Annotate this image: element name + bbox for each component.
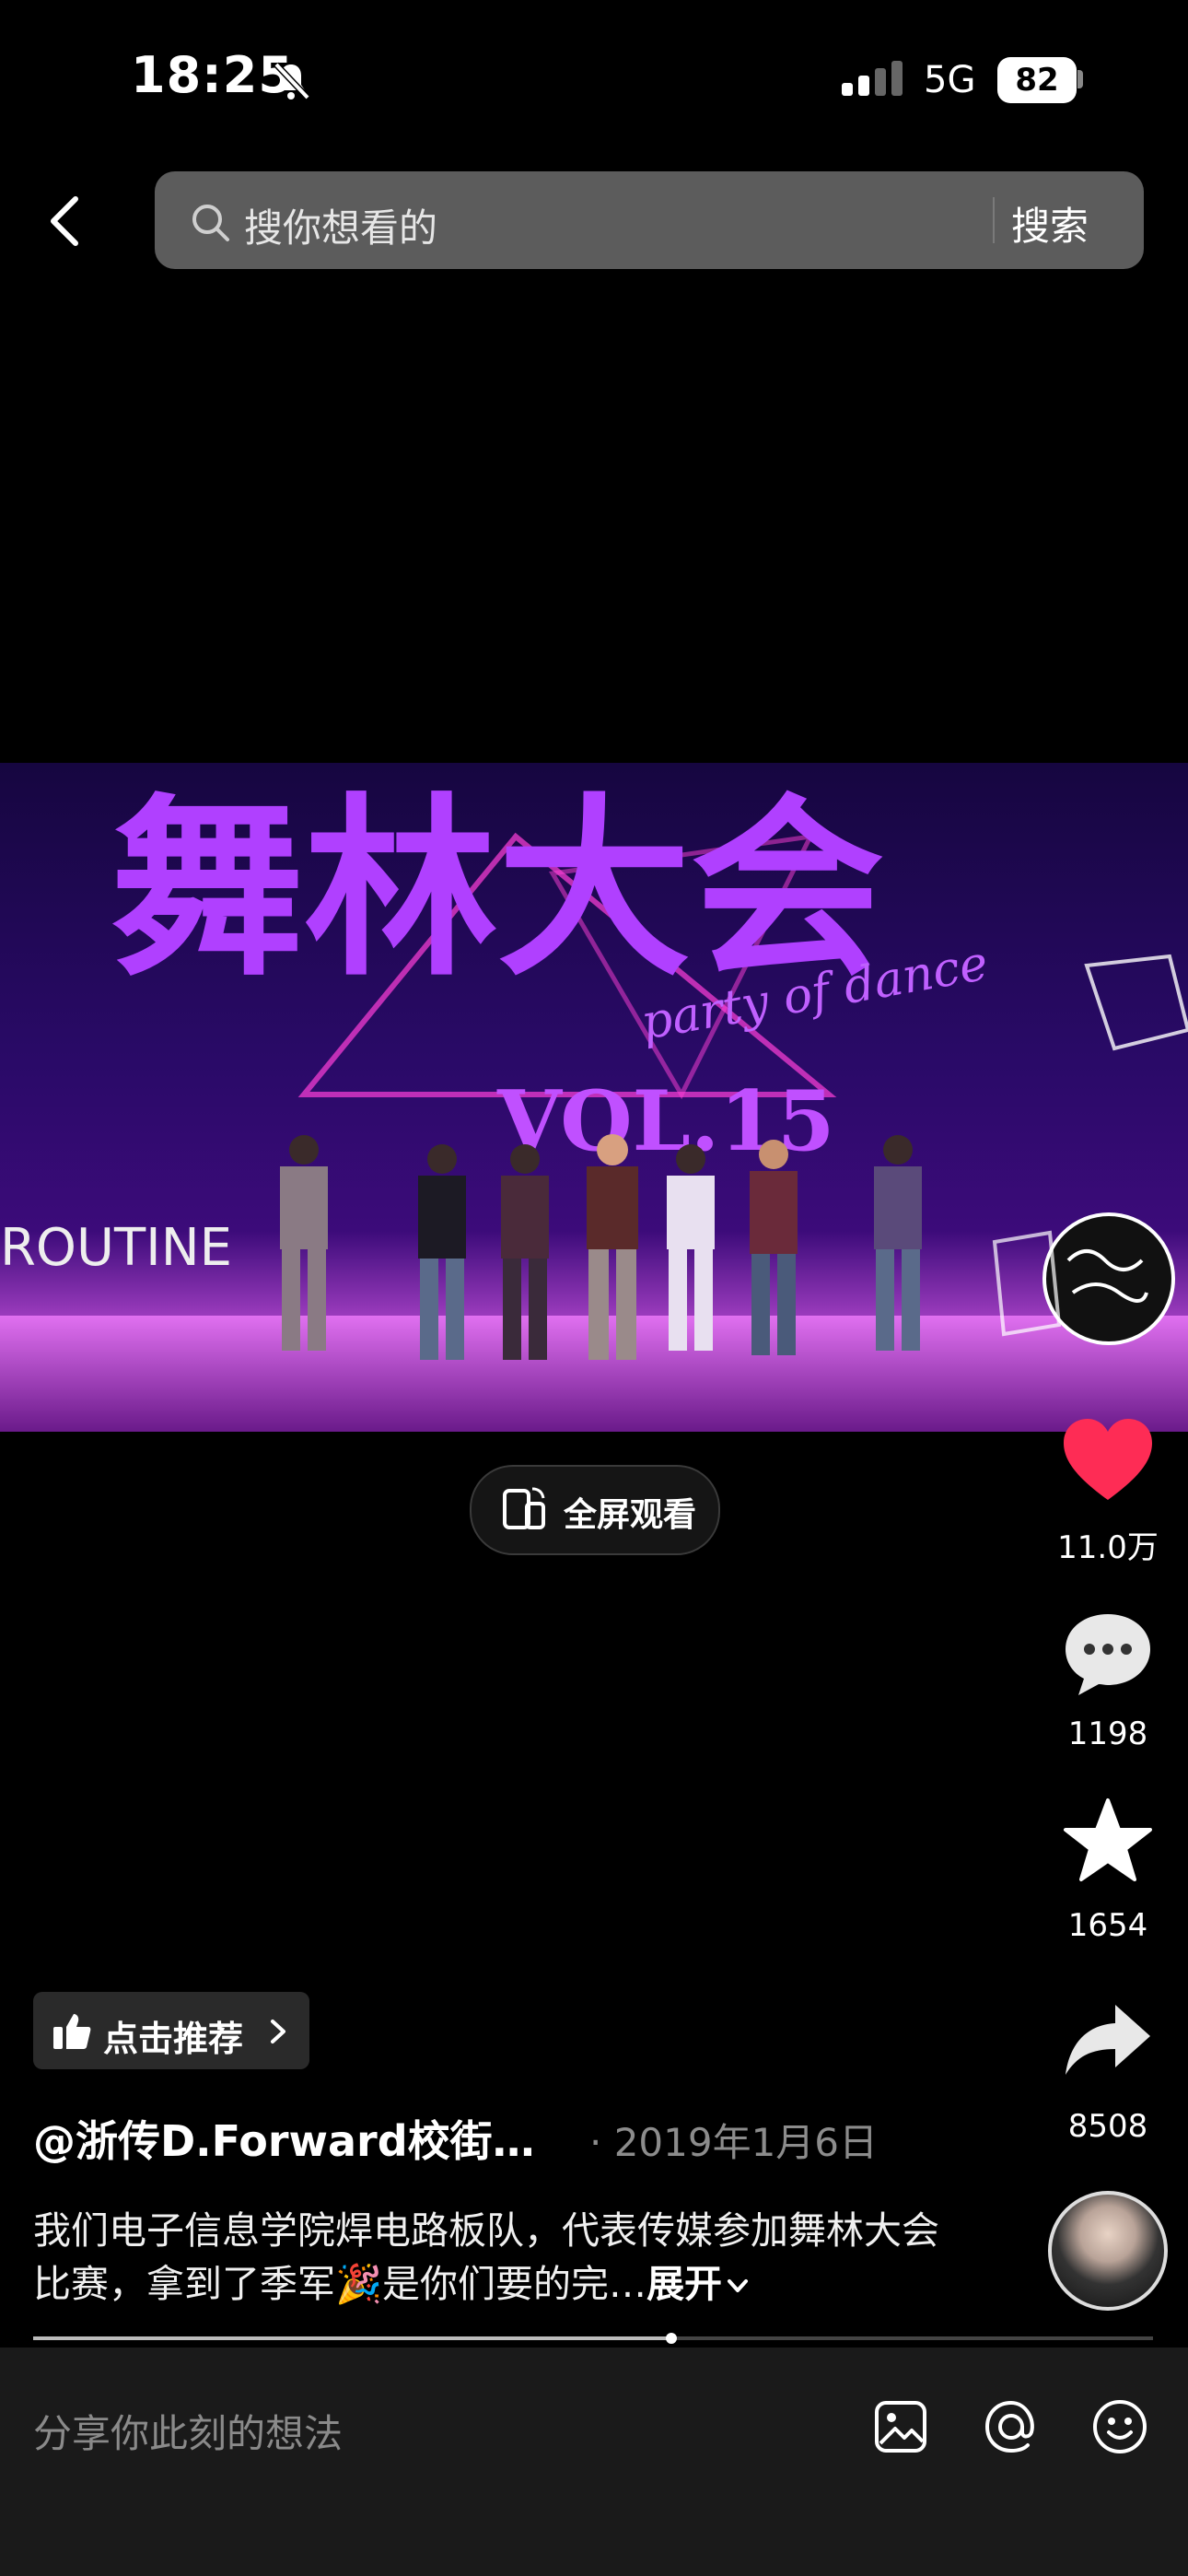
author-name[interactable]: @浙传D.Forward校街…: [33, 2108, 535, 2169]
network-type: 5G: [924, 59, 976, 101]
favorite-star-icon[interactable]: [1062, 1797, 1154, 1885]
recommend-label: 点击推荐: [103, 2019, 244, 2059]
rotate-screen-icon: [503, 1487, 545, 1529]
favorite-count: 1654: [1067, 1907, 1148, 1944]
comment-bar: [0, 2348, 1188, 2576]
battery-tip: [1077, 70, 1083, 88]
author-avatar[interactable]: [1048, 2191, 1168, 2311]
video-player[interactable]: 舞林大会 party of dance VOL.15 ROUTINE: [0, 763, 1188, 1432]
progress-handle[interactable]: [666, 2333, 678, 2344]
search-input[interactable]: 搜你想看的: [244, 197, 437, 253]
chevron-down-icon: [728, 2279, 749, 2292]
comment-count: 1198: [1067, 1715, 1148, 1752]
mention-icon[interactable]: [982, 2397, 1041, 2456]
expand-button[interactable]: 展开: [646, 2262, 722, 2306]
chevron-right-icon: [271, 2020, 285, 2043]
video-thumbnail: 舞林大会 party of dance VOL.15 ROUTINE: [0, 775, 1188, 1432]
back-arrow-icon[interactable]: [39, 193, 94, 249]
comment-bubble-icon[interactable]: [1062, 1610, 1154, 1699]
share-count: 8508: [1067, 2108, 1148, 2145]
thumbs-up-icon: [53, 2014, 91, 2049]
dance-crew-logo: [1042, 1212, 1175, 1345]
mute-bell-icon: [274, 62, 310, 100]
like-count: 11.0万: [1057, 1529, 1159, 1566]
image-icon[interactable]: [873, 2399, 928, 2454]
fullscreen-label: 全屏观看: [564, 1496, 697, 1534]
search-button[interactable]: 搜索: [1011, 195, 1089, 252]
post-date: · 2019年1月6日: [589, 2120, 879, 2165]
search-divider: [993, 197, 995, 243]
share-arrow-icon[interactable]: [1064, 2001, 1152, 2078]
battery-level: 82: [1015, 62, 1059, 99]
progress-fill: [33, 2336, 672, 2340]
like-heart-icon[interactable]: [1062, 1417, 1154, 1502]
video-title-art: 舞林大会: [111, 775, 884, 1002]
emoji-icon[interactable]: [1090, 2397, 1149, 2456]
post-caption[interactable]: 我们电子信息学院焊电路板队，代表传媒参加舞林大会比赛，拿到了季军🎉是你们要的完……: [33, 2204, 963, 2311]
comment-input[interactable]: 分享你此刻的想法: [33, 2403, 343, 2459]
video-left-banner: ROUTINE: [0, 1218, 232, 1278]
battery-icon: 82: [997, 57, 1077, 103]
signal-icon: [842, 61, 903, 96]
search-icon: [192, 205, 229, 241]
caption-text: 我们电子信息学院焊电路板队，代表传媒参加舞林大会比赛，拿到了季军🎉是你们要的完…: [33, 2208, 939, 2306]
